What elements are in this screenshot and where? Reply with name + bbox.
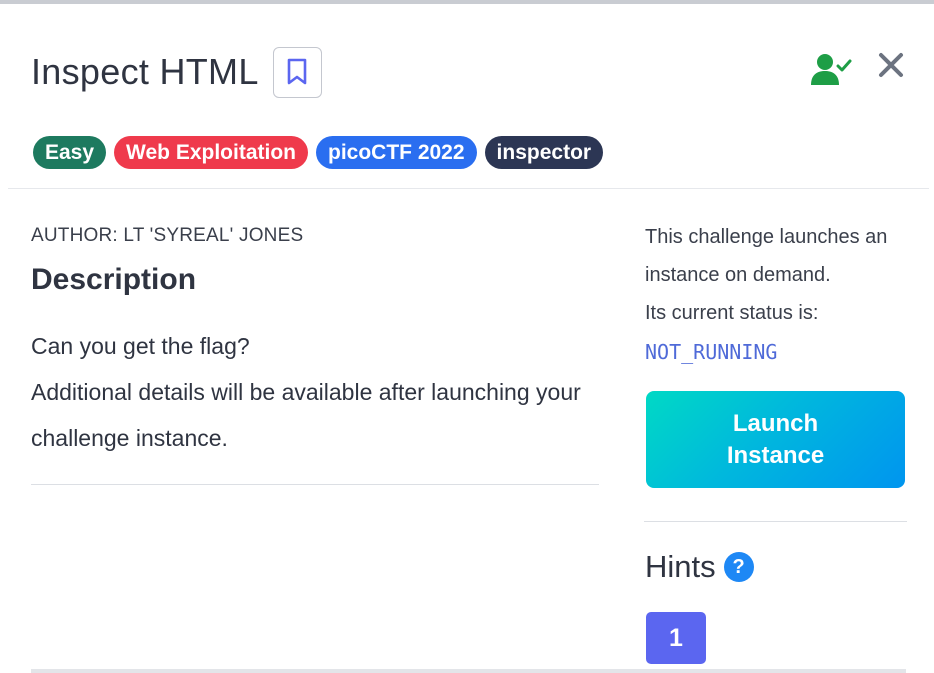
tag-list: Easy Web Exploitation picoCTF 2022 inspe… xyxy=(33,136,604,169)
launch-button-label-line1: Launch xyxy=(732,409,819,437)
author-line: AUTHOR: LT 'SYREAL' JONES xyxy=(31,225,304,246)
hints-label: Hints xyxy=(645,549,716,584)
close-icon[interactable] xyxy=(876,50,906,80)
challenge-title: Inspect HTML xyxy=(31,51,259,92)
instance-status-value: NOT_RUNNING xyxy=(645,340,778,364)
tag-difficulty[interactable]: Easy xyxy=(33,136,107,169)
header-divider xyxy=(8,188,929,189)
description-line: Can you get the flag? xyxy=(31,333,250,359)
bookmark-button[interactable] xyxy=(272,46,322,98)
sidebar-divider xyxy=(644,521,907,522)
hints-heading: Hints ? xyxy=(645,549,754,585)
description-line: Additional details will be available aft… xyxy=(31,379,581,451)
instance-info-text: This challenge launches an instance on d… xyxy=(645,226,888,286)
tag-category[interactable]: Web Exploitation xyxy=(114,136,308,169)
hint-button-1[interactable]: 1 xyxy=(646,612,706,664)
help-icon[interactable]: ? xyxy=(723,552,754,582)
user-check-icon[interactable] xyxy=(810,52,852,86)
instance-info: This challenge launches an instance on d… xyxy=(645,218,920,332)
description-body: Can you get the flag? Additional details… xyxy=(31,323,601,461)
top-edge xyxy=(0,0,934,4)
launch-button-label-line2: Instance xyxy=(726,441,825,469)
instance-status-label: Its current status is: xyxy=(645,302,819,324)
launch-instance-button[interactable]: Launch Instance xyxy=(646,391,905,488)
description-divider xyxy=(31,484,599,485)
challenge-header: Inspect HTML xyxy=(31,44,322,100)
description-heading: Description xyxy=(31,263,197,296)
bottom-divider xyxy=(31,669,906,673)
bookmark-icon xyxy=(287,58,307,85)
tag-keyword[interactable]: inspector xyxy=(484,136,604,169)
tag-event[interactable]: picoCTF 2022 xyxy=(316,136,477,169)
